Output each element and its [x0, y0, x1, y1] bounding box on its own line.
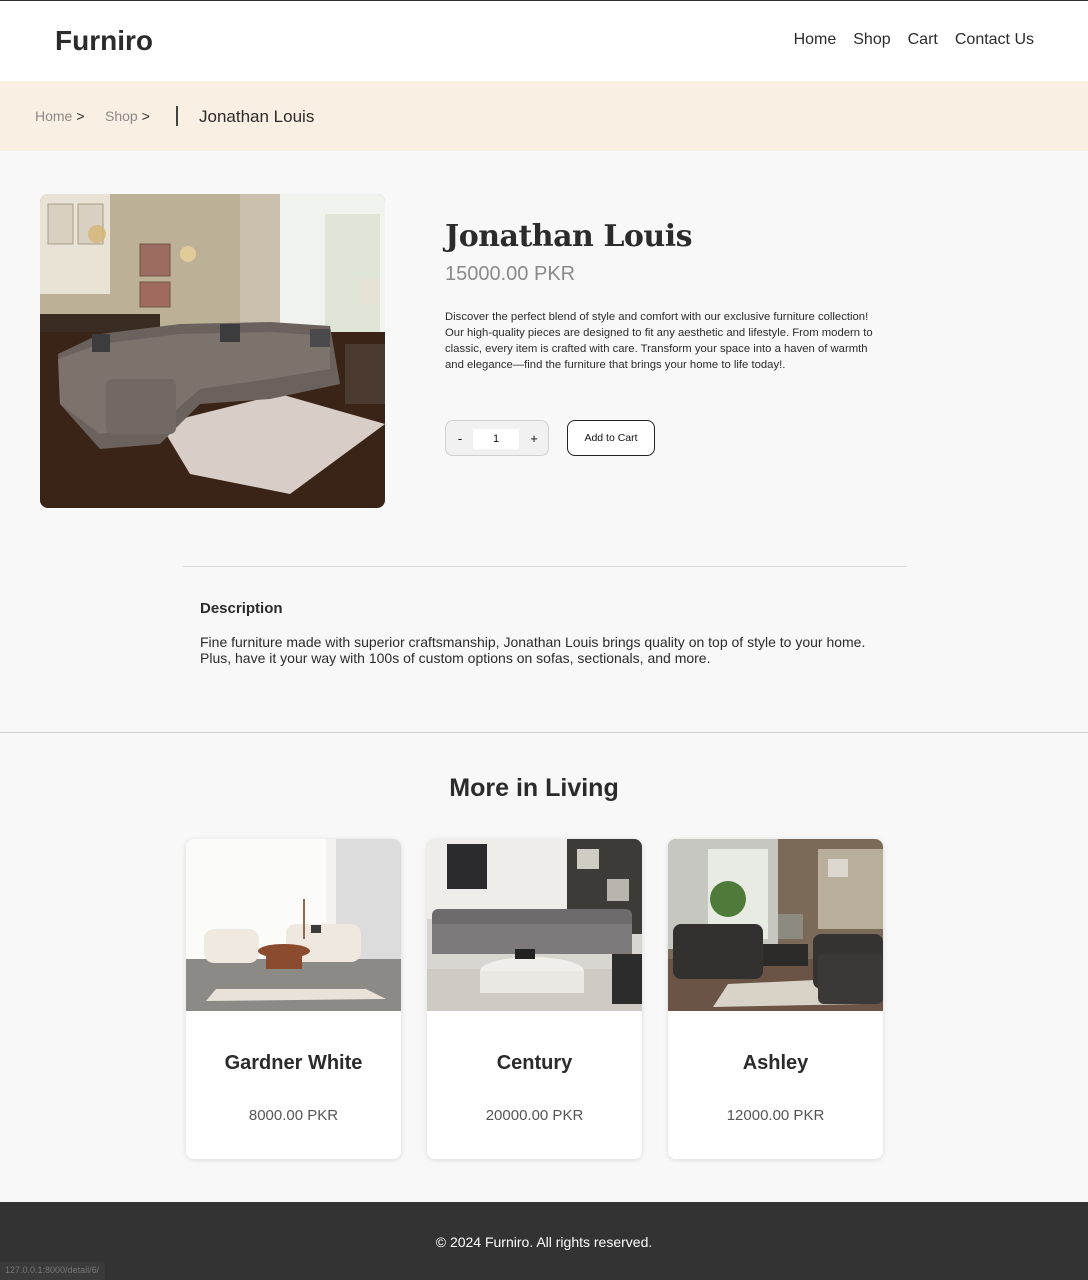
add-to-cart-button[interactable]: Add to Cart	[567, 420, 655, 456]
quantity-decrease-button[interactable]: -	[449, 429, 471, 449]
breadcrumb-current: Jonathan Louis	[199, 107, 315, 126]
main-nav: Home Shop Cart Contact Us	[794, 31, 1034, 49]
related-product-price: 8000.00 PKR	[248, 1107, 339, 1124]
section-divider	[0, 732, 1088, 733]
breadcrumb-divider	[176, 106, 178, 126]
breadcrumb-separator: >	[76, 108, 85, 124]
related-product-image	[186, 839, 401, 1011]
quantity-increase-button[interactable]: +	[523, 429, 545, 449]
site-header: Furniro Home Shop Cart Contact Us	[0, 0, 1088, 81]
site-logo[interactable]: Furniro	[55, 25, 153, 57]
related-product-price: 20000.00 PKR	[485, 1107, 584, 1124]
breadcrumb-home-label: Home	[35, 108, 73, 124]
site-footer: © 2024 Furniro. All rights reserved.	[0, 1202, 1088, 1280]
related-product-name: Gardner White	[224, 1052, 363, 1074]
related-product-card[interactable]: Gardner White 8000.00 PKR	[186, 839, 401, 1159]
nav-cart-link[interactable]: Cart	[908, 31, 938, 49]
nav-contact-link[interactable]: Contact Us	[955, 31, 1034, 49]
breadcrumb-shop-link[interactable]: Shop >	[105, 108, 150, 124]
related-product-card[interactable]: Ashley 12000.00 PKR	[668, 839, 883, 1159]
nav-home-link[interactable]: Home	[794, 31, 837, 49]
related-product-price: 12000.00 PKR	[726, 1107, 825, 1124]
related-section-title: More in Living	[449, 774, 619, 802]
product-summary: Discover the perfect blend of style and …	[445, 311, 873, 371]
related-product-card[interactable]: Century 20000.00 PKR	[427, 839, 642, 1159]
related-product-name: Century	[496, 1052, 573, 1074]
product-title: Jonathan Louis	[445, 219, 693, 254]
quantity-input[interactable]	[473, 429, 519, 449]
related-product-name: Ashley	[742, 1052, 809, 1074]
description-heading: Description	[200, 600, 283, 617]
breadcrumb: Home > Shop > Jonathan Louis	[0, 81, 1088, 151]
related-product-image	[427, 839, 642, 1011]
description-body: Fine furniture made with superior crafts…	[200, 634, 866, 666]
breadcrumb-shop-label: Shop	[105, 108, 138, 124]
related-product-image	[668, 839, 883, 1011]
section-divider	[183, 566, 907, 567]
footer-copyright: © 2024 Furniro. All rights reserved.	[435, 1234, 653, 1250]
product-price: 15000.00 PKR	[445, 263, 576, 285]
breadcrumb-home-link[interactable]: Home >	[35, 108, 85, 124]
breadcrumb-separator: >	[141, 108, 150, 124]
product-image	[40, 194, 385, 508]
quantity-stepper: - +	[445, 420, 549, 456]
status-bar-url: 127.0.0.1:8000/detail/6/	[0, 1262, 106, 1280]
nav-shop-link[interactable]: Shop	[853, 31, 890, 49]
